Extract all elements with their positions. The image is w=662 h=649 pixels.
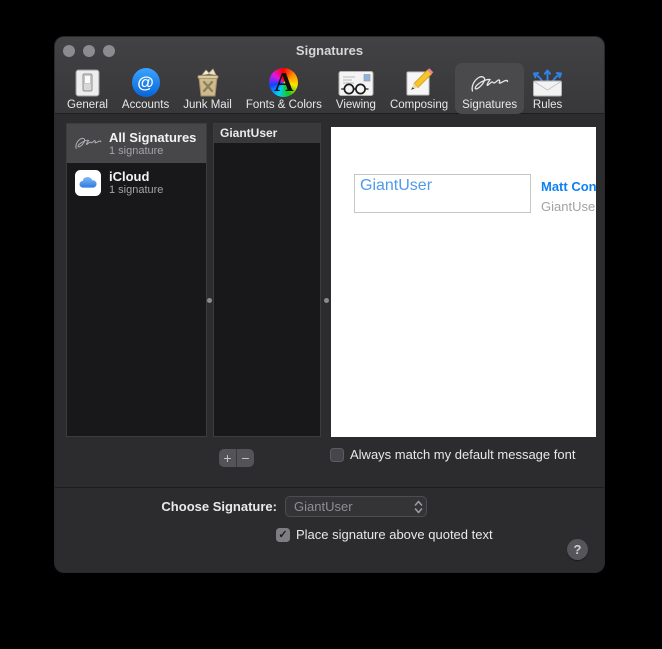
tab-junk-mail[interactable]: Junk Mail <box>176 63 239 114</box>
add-remove-control: + − <box>219 449 254 467</box>
chevron-up-down-icon <box>410 500 426 514</box>
tab-label: Fonts & Colors <box>246 99 322 111</box>
account-title: iCloud <box>109 169 163 184</box>
tab-accounts[interactable]: @ Accounts <box>115 63 176 114</box>
help-button[interactable]: ? <box>567 539 588 560</box>
title-bar: Signatures General @ Accounts <box>55 37 604 114</box>
at-sign-icon: @ <box>132 66 160 97</box>
account-subtitle: 1 signature <box>109 184 163 197</box>
icloud-icon <box>72 170 104 196</box>
tab-viewing[interactable]: Viewing <box>329 63 383 114</box>
account-title: All Signatures <box>109 130 196 145</box>
signature-name-list: GiantUser <box>213 123 321 437</box>
tab-label: General <box>67 99 108 111</box>
match-font-option: Always match my default message font <box>330 447 575 462</box>
list-item-icloud[interactable]: iCloud 1 signature <box>67 163 206 202</box>
tab-label: Junk Mail <box>183 99 232 111</box>
signature-scribble-icon <box>468 66 512 97</box>
pencil-page-icon <box>404 66 434 97</box>
tab-general[interactable]: General <box>60 63 115 114</box>
place-above-checkbox[interactable]: ✓ <box>276 528 290 542</box>
signature-edit-field[interactable]: GiantUser <box>354 174 531 213</box>
choose-signature-popup[interactable]: GiantUser <box>285 496 427 517</box>
tab-rules[interactable]: Rules <box>524 63 571 114</box>
splitter-handle[interactable] <box>324 298 329 303</box>
accounts-list: All Signatures 1 signature iCloud 1 sign… <box>66 123 207 437</box>
contact-name: Matt Cone <box>541 179 596 194</box>
preferences-toolbar: General @ Accounts Junk Mail A <box>60 60 604 114</box>
signature-preview: GiantUser Matt Cone GiantUser.c <box>331 127 596 437</box>
tab-signatures[interactable]: Signatures <box>455 63 524 114</box>
choose-signature-label: Choose Signature: <box>55 499 277 514</box>
tab-fonts-colors[interactable]: A Fonts & Colors <box>239 63 329 114</box>
rainbow-letter-icon: A <box>269 66 298 97</box>
remove-signature-button[interactable]: − <box>237 449 254 467</box>
tab-label: Composing <box>390 99 448 111</box>
place-above-label: Place signature above quoted text <box>296 527 493 542</box>
trash-icon <box>193 66 223 97</box>
window-title: Signatures <box>55 43 604 58</box>
contact-detail: GiantUser.c <box>541 199 596 214</box>
splitter-handle[interactable] <box>207 298 212 303</box>
tab-label: Signatures <box>462 99 517 111</box>
add-signature-button[interactable]: + <box>219 449 237 467</box>
match-font-checkbox[interactable] <box>330 448 344 462</box>
signature-icon <box>72 135 104 152</box>
switch-icon <box>75 66 100 97</box>
envelope-glasses-icon <box>338 66 374 97</box>
match-font-label: Always match my default message font <box>350 447 575 462</box>
tab-label: Rules <box>533 99 562 111</box>
section-divider <box>55 487 604 488</box>
account-subtitle: 1 signature <box>109 145 196 158</box>
tab-label: Viewing <box>336 99 376 111</box>
place-above-option: ✓ Place signature above quoted text <box>276 527 493 542</box>
envelope-arrows-icon <box>531 66 564 97</box>
popup-selected-value: GiantUser <box>286 499 410 514</box>
list-item-signature[interactable]: GiantUser <box>214 124 320 143</box>
list-item-all-signatures[interactable]: All Signatures 1 signature <box>67 124 206 163</box>
tab-composing[interactable]: Composing <box>383 63 455 114</box>
tab-label: Accounts <box>122 99 169 111</box>
signatures-preferences-window: Signatures General @ Accounts <box>55 37 604 572</box>
